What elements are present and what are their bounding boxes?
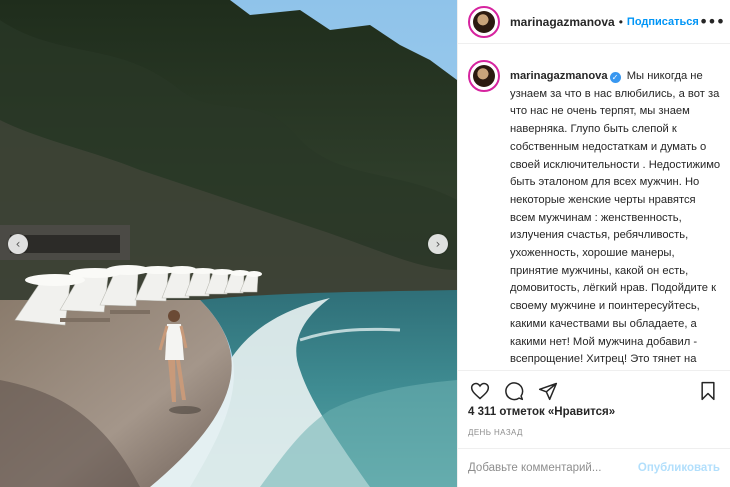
previous-photo-button[interactable]: ‹ [8,234,28,254]
instagram-post: ‹ › marinagazmanova • Подписаться ••• ma… [0,0,730,487]
action-bar [458,370,730,410]
caption-text: marinagazmanova ✓ Мы никогда не узнаем за… [510,68,722,370]
follow-button[interactable]: Подписаться [627,16,699,28]
avatar[interactable] [468,5,500,38]
bookmark-icon [701,381,715,400]
caption-body: Мы никогда не узнаем за что в нас влюбил… [510,70,721,366]
comment-bar: Опубликовать [458,448,730,487]
comment-input[interactable] [468,462,638,474]
post-side-panel: marinagazmanova • Подписаться ••• marina… [457,0,730,487]
caption-avatar[interactable] [468,60,500,92]
comment-icon [505,381,524,400]
publish-button[interactable]: Опубликовать [638,462,720,474]
save-button[interactable] [696,379,720,403]
share-icon [538,382,558,400]
separator-dot: • [618,14,623,29]
caption: marinagazmanova ✓ Мы никогда не узнаем за… [468,60,722,370]
caption-username[interactable]: marinagazmanova [510,70,608,82]
post-header: marinagazmanova • Подписаться ••• [458,0,730,44]
comment-button[interactable] [502,379,526,403]
like-button[interactable] [468,379,492,403]
heart-icon [470,382,490,399]
share-button[interactable] [536,379,560,403]
next-photo-button[interactable]: › [428,234,448,254]
post-date[interactable]: ДЕНЬ НАЗАД [468,428,523,437]
likes-count[interactable]: 4 311 отметок «Нравится» [468,406,615,418]
post-photo[interactable]: ‹ › [0,0,457,487]
more-options-icon[interactable]: ••• [699,12,725,31]
chevron-right-icon: › [435,237,441,251]
verified-badge-icon: ✓ [609,72,621,83]
chevron-left-icon: ‹ [15,237,21,251]
header-username[interactable]: marinagazmanova [510,15,615,29]
beach-photo [0,0,457,487]
